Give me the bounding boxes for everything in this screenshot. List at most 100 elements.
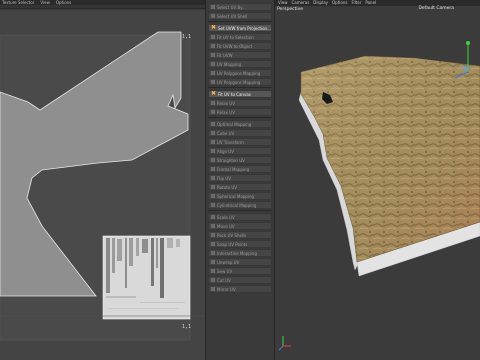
tool-item[interactable]: Cylindrical Mapping [208, 201, 272, 209]
perspective-viewport[interactable]: View Cameras Display Options Filter Pane… [275, 0, 480, 360]
tool-item[interactable]: Sew UV [208, 267, 272, 275]
tool-item-label: Relax UV [217, 100, 235, 106]
tool-item-label: Interactive Mapping [217, 250, 257, 256]
tool-item-label: Fit UVW to Object [217, 43, 253, 49]
tool-item[interactable]: Flip UV [208, 174, 272, 182]
tool-item[interactable]: Scale UV [208, 213, 272, 221]
tool-separator [208, 21, 272, 22]
uv-corner-bottom-right: 1,1 [182, 324, 192, 330]
tool-icon [211, 158, 215, 162]
tool-icon [211, 122, 215, 126]
tool-item[interactable]: Pack UV Shells [208, 231, 272, 239]
tool-item[interactable]: Unwrap UV [208, 258, 272, 266]
tool-separator [208, 210, 272, 211]
tool-item-label: Fit UV to Selection [217, 34, 254, 40]
tool-item[interactable]: Rotate UV [208, 183, 272, 191]
tool-icon [211, 14, 215, 18]
tool-item-label: UV Polygons Mapping [217, 70, 261, 76]
tool-item[interactable]: Select UV Shell [208, 12, 272, 20]
tool-item-label: Set UVW from Projection... [218, 25, 271, 31]
tool-icon [211, 242, 215, 246]
tool-item[interactable]: Optimal Mapping [208, 120, 272, 128]
tool-item-label: Cut UV [217, 277, 231, 283]
tool-item-label: Select UV Shell [217, 13, 248, 19]
tool-icon [211, 5, 215, 9]
tool-item[interactable]: ✖ Set UVW from Projection... [208, 24, 272, 32]
tool-icon [211, 62, 215, 66]
tool-item[interactable]: Move UV [208, 222, 272, 230]
tool-item[interactable]: Cut UV [208, 276, 272, 284]
tool-item[interactable]: Mirror UV [208, 285, 272, 293]
tool-icon [211, 233, 215, 237]
tool-item-label: Frontal Mapping [217, 166, 250, 172]
tool-item-label: Fit UV to Canvas [218, 91, 251, 97]
tool-item[interactable]: Fit UV to Selection [208, 33, 272, 41]
tool-item[interactable]: Spherical Mapping [208, 192, 272, 200]
uv-corner-top-right: 1,1 [182, 34, 192, 40]
viewport-scene-svg [278, 41, 480, 351]
tool-item-label: Scale UV [217, 214, 235, 220]
tool-item-label: Straighten UV [217, 157, 245, 163]
uv-canvas[interactable]: 1,1 1,1 [0, 10, 205, 360]
tool-item-label: Spherical Mapping [217, 193, 255, 199]
tool-item[interactable]: Fit UVW to Object [208, 42, 272, 50]
tool-icon [211, 140, 215, 144]
tool-item[interactable]: UV Mapping [208, 60, 272, 68]
tool-item-label: Select UV By... [217, 4, 246, 10]
tool-item[interactable]: UV Polygons Mapping [208, 69, 272, 77]
tool-item[interactable]: Snap UV Points [208, 240, 272, 248]
tool-item[interactable]: Cube UV [208, 129, 272, 137]
fit-canvas-icon: ✖ [211, 90, 217, 97]
tool-icon [211, 260, 215, 264]
tool-item-label: UV Polygons Mapping [217, 79, 261, 85]
tool-item-label: Cube UV [217, 130, 235, 136]
tool-item-label: Fit UVW [217, 52, 233, 58]
tool-icon [211, 176, 215, 180]
tool-item-label: Cylindrical Mapping [217, 202, 257, 208]
tool-icon [211, 44, 215, 48]
tool-item-label: Snap UV Points [217, 241, 248, 247]
tool-icon [211, 71, 215, 75]
tool-icon [211, 110, 215, 114]
tool-item-label: Flip UV [217, 175, 231, 181]
tool-item-label: Mirror UV [217, 286, 236, 292]
tool-item[interactable]: UV Transform [208, 138, 272, 146]
uv-mesh-svg[interactable] [0, 10, 205, 360]
uv-editor-panel: Texture Selector View Options 1,1 1,1 [0, 0, 205, 360]
tool-item[interactable]: Select UV By... [208, 3, 272, 11]
tool-icon [211, 101, 215, 105]
tool-icon [211, 224, 215, 228]
tool-item-label: Align UV [217, 148, 234, 154]
tool-item-label: Optimal Mapping [217, 121, 252, 127]
tool-item-label: Pack UV Shells [217, 232, 247, 238]
tool-icon [211, 53, 215, 57]
tool-item[interactable]: Fit UVW [208, 51, 272, 59]
tool-item[interactable]: Align UV [208, 147, 272, 155]
tool-item[interactable]: Frontal Mapping [208, 165, 272, 173]
tool-separator [208, 117, 272, 118]
tool-icon [211, 167, 215, 171]
tool-icon [211, 35, 215, 39]
tool-item-label: UV Transform [217, 139, 244, 145]
tool-icon [211, 287, 215, 291]
tool-icon [211, 194, 215, 198]
tool-item[interactable]: ✖ Fit UV to Canvas [208, 90, 272, 98]
tool-icon [211, 149, 215, 153]
tool-icon [211, 185, 215, 189]
tool-item-label: Relax UV [217, 109, 235, 115]
tool-item[interactable]: Relax UV [208, 99, 272, 107]
tool-item[interactable]: Relax UV [208, 108, 272, 116]
tool-item-label: Rotate UV [217, 184, 238, 190]
uv-edit-layout: Texture Selector View Options 1,1 1,1 Se… [0, 0, 480, 360]
tool-item[interactable]: Interactive Mapping [208, 249, 272, 257]
tool-icon [211, 269, 215, 273]
tool-icon [211, 215, 215, 219]
tool-icon [211, 80, 215, 84]
tool-item-label: Move UV [217, 223, 235, 229]
uv-editor-toolbar [0, 5, 205, 9]
tool-item-label: Sew UV [217, 268, 233, 274]
projection-icon: ✖ [211, 24, 217, 31]
tool-item[interactable]: UV Polygons Mapping [208, 78, 272, 86]
tool-item[interactable]: Straighten UV [208, 156, 272, 164]
world-axis-icon [278, 336, 291, 351]
